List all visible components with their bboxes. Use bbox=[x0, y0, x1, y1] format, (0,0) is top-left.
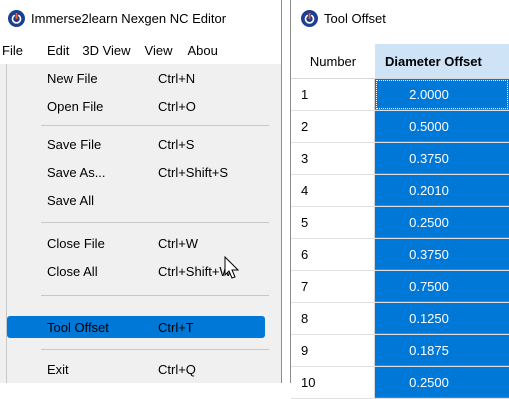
app-power-icon bbox=[8, 9, 25, 27]
menu-item-open-file[interactable]: Open File Ctrl+O bbox=[7, 92, 269, 120]
cell-number[interactable]: 6 bbox=[291, 239, 375, 270]
menu-item-tool-offset[interactable]: Tool Offset Ctrl+T bbox=[7, 316, 265, 338]
editor-window: Immerse2learn Nexgen NC Editor File Edit… bbox=[0, 0, 282, 383]
menu-item-save-all[interactable]: Save All bbox=[7, 186, 269, 214]
menu-item-label: New File bbox=[47, 70, 98, 86]
cell-number[interactable]: 1 bbox=[291, 79, 375, 110]
menu-item-shortcut: Ctrl+S bbox=[158, 136, 195, 152]
menubar: File Edit 3D View View Abou bbox=[0, 36, 281, 64]
menu-item-label: Save All bbox=[47, 192, 94, 208]
menu-separator bbox=[41, 222, 269, 223]
cell-diameter-offset[interactable]: 0.5000 bbox=[375, 111, 509, 142]
mouse-pointer-icon bbox=[224, 256, 240, 279]
menu-item-label: Close All bbox=[47, 263, 98, 279]
table-header: Number Diameter Offset bbox=[291, 44, 509, 79]
table-row[interactable]: 9 0.1875 bbox=[291, 335, 509, 367]
table-row[interactable]: 7 0.7500 bbox=[291, 271, 509, 303]
table-row[interactable]: 1 2.0000 bbox=[291, 79, 509, 111]
tool-offset-window: Tool Offset Number Diameter Offset 1 2.00… bbox=[290, 0, 509, 399]
cell-diameter-offset[interactable]: 0.7500 bbox=[375, 271, 509, 302]
editor-titlebar: Immerse2learn Nexgen NC Editor bbox=[0, 0, 281, 36]
menu-item-close-file[interactable]: Close File Ctrl+W bbox=[7, 229, 269, 257]
cell-diameter-offset[interactable]: 2.0000 bbox=[375, 79, 509, 110]
menu-item-label: Save As... bbox=[47, 164, 106, 180]
menu-item-label: Open File bbox=[47, 98, 104, 114]
menu-item-shortcut: Ctrl+T bbox=[158, 319, 194, 335]
file-menu-dropdown: New File Ctrl+N Open File Ctrl+O Save Fi… bbox=[6, 64, 277, 383]
cell-diameter-offset[interactable]: 0.1875 bbox=[375, 335, 509, 366]
tool-offset-titlebar: Tool Offset bbox=[291, 0, 509, 36]
menu-item-shortcut: Ctrl+O bbox=[158, 98, 196, 114]
app-power-icon bbox=[301, 9, 318, 27]
menu-3d-view[interactable]: 3D View bbox=[82, 43, 130, 58]
cell-number[interactable]: 5 bbox=[291, 207, 375, 238]
table-row[interactable]: 6 0.3750 bbox=[291, 239, 509, 271]
table-body: 1 2.0000 2 0.5000 3 0.3750 4 0.2010 5 0.2500 6 0.37… bbox=[291, 79, 509, 399]
editor-title: Immerse2learn Nexgen NC Editor bbox=[31, 10, 227, 26]
column-header-diameter-offset[interactable]: Diameter Offset bbox=[375, 44, 509, 78]
table-row[interactable]: 3 0.3750 bbox=[291, 143, 509, 175]
menu-separator bbox=[41, 125, 269, 126]
cell-number[interactable]: 4 bbox=[291, 175, 375, 206]
cell-number[interactable]: 8 bbox=[291, 303, 375, 334]
menu-item-save-file[interactable]: Save File Ctrl+S bbox=[7, 130, 269, 158]
cell-diameter-offset[interactable]: 0.3750 bbox=[375, 143, 509, 174]
menu-file[interactable]: File bbox=[2, 43, 23, 58]
cell-diameter-offset[interactable]: 0.1250 bbox=[375, 303, 509, 334]
cell-number[interactable]: 7 bbox=[291, 271, 375, 302]
menu-separator bbox=[41, 349, 269, 350]
cell-diameter-offset[interactable]: 0.3750 bbox=[375, 239, 509, 270]
menu-item-new-file[interactable]: New File Ctrl+N bbox=[7, 64, 269, 92]
menu-item-shortcut: Ctrl+W bbox=[158, 235, 199, 251]
menu-edit[interactable]: Edit bbox=[47, 43, 69, 58]
menu-item-save-as[interactable]: Save As... Ctrl+Shift+S bbox=[7, 158, 269, 186]
menu-separator bbox=[41, 295, 269, 296]
tool-offset-title: Tool Offset bbox=[324, 10, 386, 26]
menu-item-label: Exit bbox=[47, 361, 69, 377]
menu-item-label: Close File bbox=[47, 235, 105, 251]
menu-item-exit[interactable]: Exit Ctrl+Q bbox=[7, 355, 269, 383]
table-row[interactable]: 2 0.5000 bbox=[291, 111, 509, 143]
table-row[interactable]: 8 0.1250 bbox=[291, 303, 509, 335]
table-row[interactable]: 5 0.2500 bbox=[291, 207, 509, 239]
table-row[interactable]: 4 0.2010 bbox=[291, 175, 509, 207]
column-header-number[interactable]: Number bbox=[291, 54, 375, 69]
cell-number[interactable]: 2 bbox=[291, 111, 375, 142]
cell-number[interactable]: 3 bbox=[291, 143, 375, 174]
table-row[interactable]: 10 0.2500 bbox=[291, 367, 509, 399]
menu-item-shortcut: Ctrl+N bbox=[158, 70, 196, 86]
menu-about[interactable]: Abou bbox=[188, 43, 218, 58]
cell-diameter-offset[interactable]: 0.2010 bbox=[375, 175, 509, 206]
menu-item-label: Tool Offset bbox=[47, 319, 109, 335]
menu-item-label: Save File bbox=[47, 136, 102, 152]
menu-view[interactable]: View bbox=[145, 43, 173, 58]
menu-item-shortcut: Ctrl+Shift+W bbox=[158, 263, 232, 279]
cell-number[interactable]: 9 bbox=[291, 335, 375, 366]
menu-item-shortcut: Ctrl+Shift+S bbox=[158, 164, 229, 180]
tool-offset-table: Number Diameter Offset 1 2.0000 2 0.5000 3 0.… bbox=[291, 44, 509, 399]
cell-diameter-offset[interactable]: 0.2500 bbox=[375, 207, 509, 238]
menu-item-shortcut: Ctrl+Q bbox=[158, 361, 196, 377]
